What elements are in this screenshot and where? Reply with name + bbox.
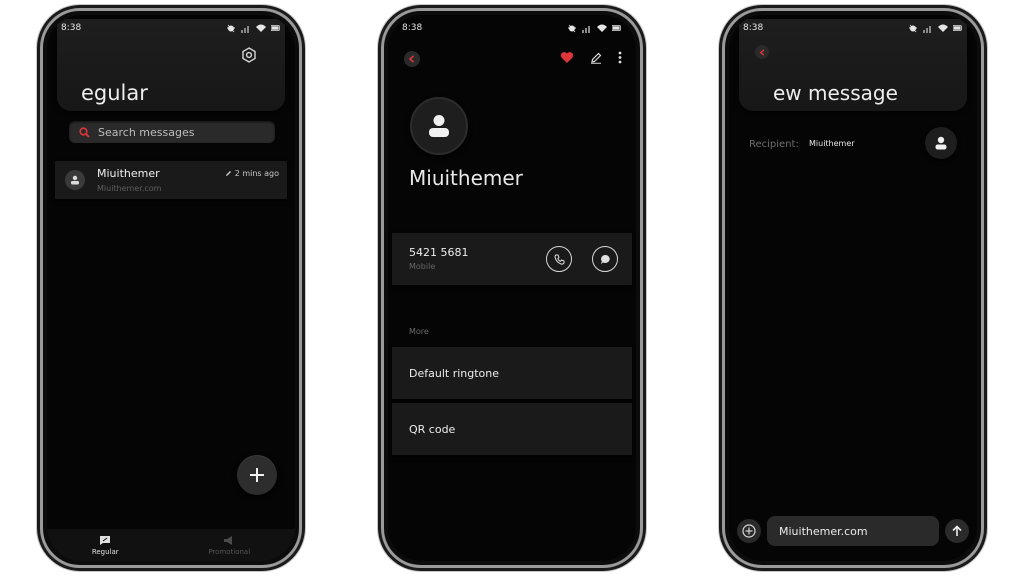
person-icon xyxy=(71,175,79,185)
phone-icon xyxy=(553,254,564,265)
conversation-name: Miuithemer xyxy=(97,167,160,180)
bug-icon xyxy=(909,24,917,33)
send-button[interactable] xyxy=(945,519,969,543)
edit-icon[interactable] xyxy=(590,52,602,64)
add-contact-button[interactable] xyxy=(925,127,957,159)
tab-promotional-label: Promotional xyxy=(208,547,251,556)
status-bar: 8:38 xyxy=(743,21,963,35)
battery-icon xyxy=(612,25,621,31)
chat-icon xyxy=(100,535,111,545)
avatar xyxy=(65,170,85,190)
message-input[interactable] xyxy=(779,524,919,538)
tab-promotional[interactable]: Promotional xyxy=(208,535,250,556)
plus-icon xyxy=(250,468,264,482)
phone-frame-conversations: egular 8:38 M xyxy=(40,8,302,568)
phone-frame-contact: 8:38 Miuithemer 5421 5681 Mobile More De… xyxy=(381,8,643,568)
bottom-nav: Regular Promotional xyxy=(47,529,295,561)
battery-icon xyxy=(953,25,962,31)
phone-number-card[interactable]: 5421 5681 Mobile xyxy=(392,233,632,285)
favorite-heart-icon[interactable] xyxy=(560,51,574,64)
menu-item-ringtone[interactable]: Default ringtone xyxy=(392,347,632,399)
arrow-up-icon xyxy=(952,525,962,536)
contact-name: Miuithemer xyxy=(409,166,523,190)
status-time: 8:38 xyxy=(743,23,764,33)
megaphone-icon xyxy=(224,535,233,545)
wifi-icon xyxy=(256,24,266,32)
back-arrow-icon xyxy=(759,48,764,56)
menu-item-qr-code[interactable]: QR code xyxy=(392,403,632,455)
conversation-subtitle: Miuithemer.com xyxy=(97,184,162,193)
status-time: 8:38 xyxy=(402,23,423,33)
recipient-label: Recipient: xyxy=(749,139,799,150)
menu-item-ringtone-label: Default ringtone xyxy=(409,366,500,380)
status-icons xyxy=(908,23,963,33)
more-vert-icon[interactable] xyxy=(618,51,622,64)
section-label-more: More xyxy=(409,327,429,336)
signal-icon xyxy=(241,26,249,33)
person-icon xyxy=(429,115,449,137)
screen-conversations: egular 8:38 M xyxy=(47,15,295,561)
screen-new-message: ew message 8:38 Recipient: Miuithemer xyxy=(729,15,977,561)
person-icon xyxy=(935,136,947,150)
back-arrow-icon xyxy=(408,55,415,63)
tab-regular-label: Regular xyxy=(91,547,119,556)
compose-bar xyxy=(737,515,969,547)
top-actions xyxy=(560,51,622,64)
message-button[interactable] xyxy=(592,246,618,272)
new-message-button[interactable] xyxy=(237,455,277,495)
phone-number-type: Mobile xyxy=(409,262,436,271)
phone-frame-new-message: ew message 8:38 Recipient: Miuithemer xyxy=(722,8,984,568)
screen-contact: 8:38 Miuithemer 5421 5681 Mobile More De… xyxy=(388,15,636,561)
bug-icon xyxy=(227,24,235,33)
bug-icon xyxy=(568,24,576,33)
time-label: 2 mins ago xyxy=(234,169,279,178)
search-icon xyxy=(79,126,90,138)
pencil-icon xyxy=(225,171,231,176)
status-icons xyxy=(567,23,622,33)
search-input[interactable] xyxy=(98,125,258,139)
add-circle-icon xyxy=(742,524,756,538)
wifi-icon xyxy=(597,24,607,32)
message-bubble-icon xyxy=(600,254,610,264)
search-bar[interactable] xyxy=(69,121,275,143)
conversation-time: 2 mins ago xyxy=(225,169,279,178)
signal-icon xyxy=(582,26,590,33)
status-bar: 8:38 xyxy=(402,21,622,35)
wifi-icon xyxy=(938,24,948,32)
signal-icon xyxy=(923,26,931,33)
compose-field[interactable] xyxy=(767,516,939,546)
status-bar: 8:38 xyxy=(61,21,281,35)
page-title: ew message xyxy=(773,81,898,105)
back-button[interactable] xyxy=(755,45,769,59)
battery-icon xyxy=(271,25,280,31)
settings-icon[interactable] xyxy=(241,47,257,63)
recipient-value[interactable]: Miuithemer xyxy=(809,139,855,148)
status-icons xyxy=(226,23,281,33)
back-button[interactable] xyxy=(404,51,420,67)
contact-avatar xyxy=(410,97,468,155)
menu-item-qr-code-label: QR code xyxy=(409,422,456,436)
conversation-item[interactable]: Miuithemer Miuithemer.com 2 mins ago xyxy=(55,161,287,199)
attach-button[interactable] xyxy=(737,519,761,543)
status-time: 8:38 xyxy=(61,23,82,33)
phone-number: 5421 5681 xyxy=(409,246,469,259)
tab-regular[interactable]: Regular xyxy=(92,535,119,556)
call-button[interactable] xyxy=(546,246,572,272)
page-title: egular xyxy=(81,81,148,105)
